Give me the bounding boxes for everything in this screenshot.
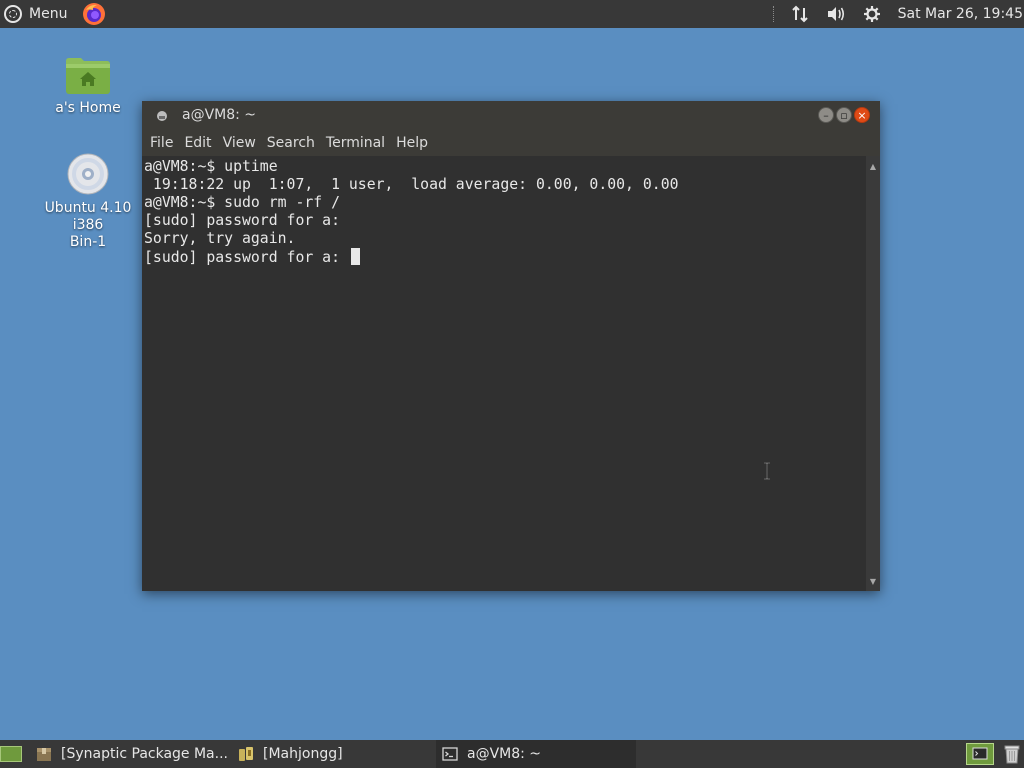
menu-search[interactable]: Search bbox=[266, 135, 316, 151]
maximize-button[interactable]: ▫ bbox=[836, 107, 852, 123]
scroll-up-icon[interactable]: ▲ bbox=[868, 159, 878, 173]
workspace-terminal-icon bbox=[972, 747, 988, 760]
terminal-line: [sudo] password for a: bbox=[144, 212, 340, 229]
menu-label: Menu bbox=[29, 6, 68, 22]
menu-terminal[interactable]: Terminal bbox=[325, 135, 386, 151]
terminal-window-icon bbox=[157, 111, 167, 121]
menu-edit[interactable]: Edit bbox=[183, 135, 212, 151]
cd-disc-icon bbox=[67, 153, 109, 195]
taskbar-item-mahjongg[interactable]: [Mahjongg] bbox=[238, 740, 428, 768]
terminal-line: Sorry, try again. bbox=[144, 230, 296, 247]
menu-button[interactable]: Menu bbox=[4, 3, 67, 25]
desktop-icon-home[interactable]: a's Home bbox=[33, 56, 143, 117]
taskbar-item-terminal[interactable]: a@VM8: ~ bbox=[436, 740, 636, 768]
settings-gear-icon[interactable] bbox=[862, 4, 882, 24]
vertical-scrollbar[interactable]: ▲ ▼ bbox=[866, 156, 880, 591]
terminal-icon bbox=[442, 747, 458, 761]
menu-file[interactable]: File bbox=[149, 135, 174, 151]
bottom-panel: [Synaptic Package Ma... [Mahjongg] a@VM8… bbox=[0, 740, 1024, 768]
terminal-line: 19:18:22 up 1:07, 1 user, load average: … bbox=[144, 176, 679, 193]
firefox-icon[interactable] bbox=[82, 2, 106, 26]
network-icon[interactable] bbox=[790, 4, 810, 24]
terminal-menu-bar: File Edit View Search Terminal Help bbox=[142, 130, 880, 156]
system-tray: Sat Mar 26, 19:45 bbox=[772, 0, 1024, 28]
window-title: a@VM8: ~ bbox=[182, 107, 257, 123]
home-folder-icon bbox=[66, 58, 110, 94]
terminal-prompt-line: [sudo] password for a: bbox=[144, 248, 360, 267]
taskbar-item-label: [Synaptic Package Ma... bbox=[61, 746, 228, 762]
desktop-icon-cd-label-line2: Bin-1 bbox=[69, 234, 107, 250]
desktop-icon-home-label: a's Home bbox=[55, 100, 121, 116]
menu-help[interactable]: Help bbox=[395, 135, 429, 151]
minimize-button[interactable]: – bbox=[818, 107, 834, 123]
terminal-window[interactable]: a@VM8: ~ – ▫ × File Edit View Search Ter… bbox=[142, 101, 880, 591]
terminal-line: a@VM8:~$ uptime bbox=[144, 158, 278, 175]
trash-icon[interactable] bbox=[1001, 743, 1023, 765]
terminal-prompt-text: [sudo] password for a: bbox=[144, 249, 349, 266]
scroll-down-icon[interactable]: ▼ bbox=[868, 574, 878, 588]
desktop-icon-cd-label-line1: Ubuntu 4.10 i386 bbox=[44, 200, 132, 233]
desktop-icon-cd[interactable]: Ubuntu 4.10 i386 Bin-1 bbox=[33, 152, 143, 251]
taskbar-item-label: [Mahjongg] bbox=[263, 746, 343, 762]
top-panel: Menu Sat Mar 26, 19:45 bbox=[0, 0, 1024, 28]
terminal-line: a@VM8:~$ sudo rm -rf / bbox=[144, 194, 340, 211]
taskbar-item-synaptic[interactable]: [Synaptic Package Ma... bbox=[36, 740, 230, 768]
clock[interactable]: Sat Mar 26, 19:45 bbox=[898, 6, 1023, 22]
menu-view[interactable]: View bbox=[222, 135, 257, 151]
show-desktop-icon[interactable] bbox=[0, 746, 22, 762]
ubuntu-logo-icon bbox=[4, 5, 22, 23]
mahjongg-icon bbox=[239, 747, 253, 761]
text-cursor bbox=[350, 248, 360, 265]
title-bar[interactable]: a@VM8: ~ – ▫ × bbox=[142, 101, 880, 130]
taskbar-item-label: a@VM8: ~ bbox=[467, 746, 542, 762]
volume-icon[interactable] bbox=[826, 4, 846, 24]
tray-separator bbox=[772, 6, 776, 22]
close-button[interactable]: × bbox=[854, 107, 870, 123]
workspace-switcher-1[interactable] bbox=[966, 743, 994, 765]
package-icon bbox=[37, 748, 51, 761]
terminal-output[interactable]: a@VM8:~$ uptime 19:18:22 up 1:07, 1 user… bbox=[142, 156, 866, 591]
ibeam-cursor-icon bbox=[764, 462, 770, 480]
